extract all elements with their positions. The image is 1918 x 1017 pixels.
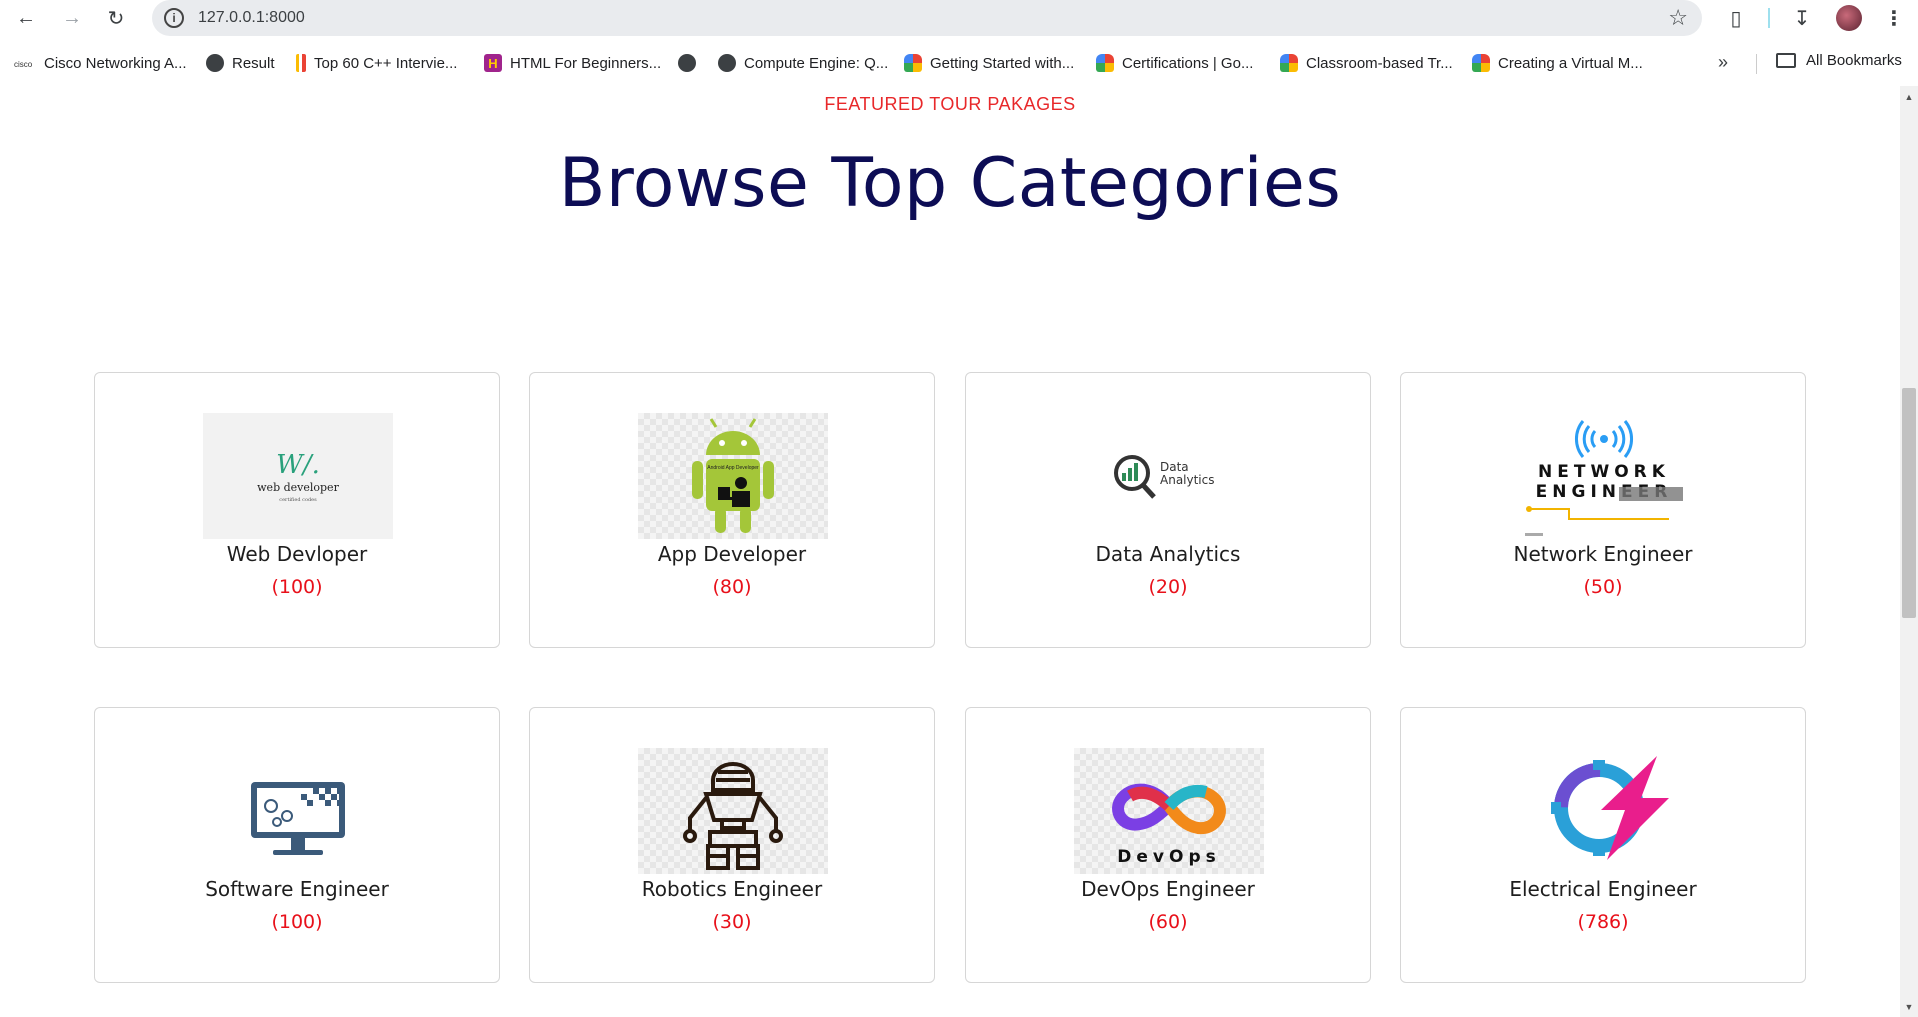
back-icon[interactable]: ← <box>12 4 40 32</box>
scrollbar-thumb[interactable] <box>1902 388 1916 618</box>
h-icon: H <box>484 54 502 72</box>
bookmark-classroom[interactable]: Classroom-based Tr... <box>1280 52 1453 74</box>
bookmark-result[interactable]: Result <box>206 52 275 74</box>
svg-text:NETWORK: NETWORK <box>1538 462 1670 482</box>
android-logo: Android App Developer <box>638 413 828 539</box>
cisco-icon <box>14 54 36 72</box>
category-title: Software Engineer <box>205 877 389 901</box>
extensions-icon[interactable]: ▯ <box>1722 4 1750 32</box>
bookmarks-divider <box>1756 54 1757 74</box>
download-icon[interactable]: ↧ <box>1788 4 1816 32</box>
category-title: Web Devloper <box>226 542 368 566</box>
bookmark-star-icon[interactable]: ☆ <box>1668 5 1688 31</box>
forward-icon[interactable]: → <box>58 4 86 32</box>
globe-icon <box>206 54 224 72</box>
svg-text:Android App Developer: Android App Developer <box>707 465 759 471</box>
globe-icon <box>678 54 696 72</box>
software-engineer-icon <box>203 748 393 874</box>
page-content: FEATURED TOUR PAKAGES Browse Top Categor… <box>0 86 1900 1017</box>
address-bar[interactable]: i 127.0.0.1:8000 ☆ <box>152 0 1702 36</box>
web-developer-logo: W/. web developer certified codes <box>203 413 393 539</box>
section-eyebrow: FEATURED TOUR PAKAGES <box>824 94 1076 114</box>
svg-text:Data: Data <box>1160 460 1189 474</box>
bookmark-getting-started[interactable]: Getting Started with... <box>904 52 1074 74</box>
bookmark-html-beginners[interactable]: H HTML For Beginners... <box>484 52 661 74</box>
category-title: App Developer <box>657 542 807 566</box>
globe-icon <box>718 54 736 72</box>
scroll-down-icon[interactable]: ▼ <box>1902 1000 1916 1014</box>
svg-text:certified codes: certified codes <box>279 497 317 503</box>
category-title: DevOps Engineer <box>1081 877 1255 901</box>
google-cloud-icon <box>1096 54 1114 72</box>
svg-text:DevOps: DevOps <box>1117 847 1220 867</box>
browser-toolbar: ← → ↻ i 127.0.0.1:8000 ☆ ▯ ↧ ⋮ <box>0 0 1918 36</box>
svg-text:Analytics: Analytics <box>1160 473 1215 487</box>
network-engineer-logo: NETWORK ENGINEER <box>1509 413 1699 539</box>
profile-avatar[interactable] <box>1836 5 1862 31</box>
category-count: (20) <box>1148 576 1188 598</box>
category-count: (50) <box>1583 576 1623 598</box>
electrical-logo <box>1509 748 1699 874</box>
bookmark-virtual-machine[interactable]: Creating a Virtual M... <box>1472 52 1643 74</box>
reload-icon[interactable]: ↻ <box>102 4 130 32</box>
data-analytics-logo: Data Analytics <box>1074 413 1264 539</box>
category-card-electrical-engineer[interactable]: Electrical Engineer (786) <box>1400 707 1806 983</box>
category-card-software-engineer[interactable]: Software Engineer (100) <box>94 707 500 983</box>
google-cloud-icon <box>1472 54 1490 72</box>
category-count: (80) <box>712 576 752 598</box>
devops-logo: DevOps <box>1074 748 1264 874</box>
category-title: Data Analytics <box>1095 542 1241 566</box>
category-count: (60) <box>1148 911 1188 933</box>
category-title: Network Engineer <box>1513 542 1693 566</box>
category-title: Electrical Engineer <box>1509 877 1697 901</box>
svg-text:W/.: W/. <box>276 450 320 480</box>
page-title: Browse Top Categories <box>558 144 1342 223</box>
google-cloud-icon <box>904 54 922 72</box>
category-count: (100) <box>271 911 323 933</box>
svg-text:web developer: web developer <box>257 481 339 494</box>
robot-icon <box>638 748 828 874</box>
category-count: (786) <box>1577 911 1629 933</box>
category-count: (30) <box>712 911 752 933</box>
category-card-data-analytics[interactable]: Data Analytics Data Analytics (20) <box>965 372 1371 648</box>
all-bookmarks-button[interactable]: All Bookmarks <box>1776 52 1902 69</box>
category-card-app-developer[interactable]: Android App Developer App Developer (80) <box>529 372 935 648</box>
bookmark-cisco[interactable]: Cisco Networking A... <box>14 52 187 74</box>
category-card-network-engineer[interactable]: NETWORK ENGINEER Network Engineer (50) <box>1400 372 1806 648</box>
toolbar-divider <box>1768 8 1770 28</box>
category-count: (100) <box>271 576 323 598</box>
more-bookmarks-icon[interactable]: » <box>1718 52 1728 73</box>
folder-icon <box>1776 53 1796 68</box>
category-card-web-developer[interactable]: W/. web developer certified codes Web De… <box>94 372 500 648</box>
category-title: Robotics Engineer <box>641 877 823 901</box>
category-card-devops-engineer[interactable]: DevOps DevOps Engineer (60) <box>965 707 1371 983</box>
url-text: 127.0.0.1:8000 <box>198 9 305 26</box>
bookmark-cpp-interview[interactable]: Top 60 C++ Intervie... <box>296 52 457 74</box>
chart-bar-icon <box>296 54 306 72</box>
bookmark-compute-engine[interactable]: Compute Engine: Q... <box>718 52 888 74</box>
category-card-robotics-engineer[interactable]: Robotics Engineer (30) <box>529 707 935 983</box>
bookmark-globe[interactable] <box>678 52 704 74</box>
menu-kebab-icon[interactable]: ⋮ <box>1880 4 1908 32</box>
bookmark-certifications[interactable]: Certifications | Go... <box>1096 52 1253 74</box>
google-cloud-icon <box>1280 54 1298 72</box>
scroll-up-icon[interactable]: ▲ <box>1902 90 1916 104</box>
bookmarks-bar: Cisco Networking A... Result Top 60 C++ … <box>0 46 1918 80</box>
site-info-icon[interactable]: i <box>164 8 184 28</box>
